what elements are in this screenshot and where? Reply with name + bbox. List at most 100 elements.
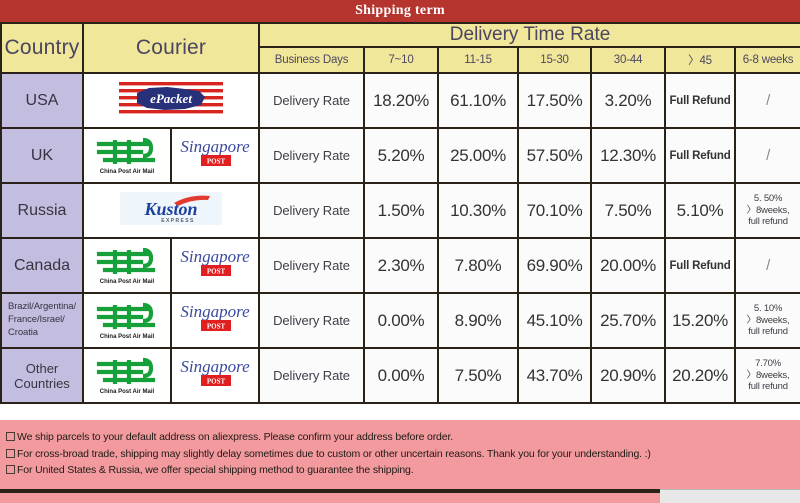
rate-7-10: 0.00%: [363, 292, 440, 349]
country-canada: Canada: [0, 237, 84, 294]
rate-11-15: 25.00%: [437, 127, 520, 184]
rate-6-8-weeks: /: [734, 72, 800, 129]
china-post-logo-text: China Post Air Mail: [100, 279, 155, 285]
kuston-logo-text: Kuston: [143, 199, 197, 219]
rate-15-30: 69.90%: [517, 237, 593, 294]
header-days-30-44: 30-44: [590, 46, 667, 74]
singapore-post-logo-sub: POST: [207, 268, 226, 276]
bottom-divider: [0, 489, 660, 493]
rate-label: Delivery Rate: [258, 72, 366, 129]
rate-7-10: 18.20%: [363, 72, 440, 129]
rate-30-44: 12.30%: [590, 127, 667, 184]
rate-over-45: Full Refund: [664, 127, 737, 184]
rate-7-10: 2.30%: [363, 237, 440, 294]
epacket-logo-text: ePacket: [150, 91, 192, 106]
country-russia: Russia: [0, 182, 84, 239]
courier-logo-cell: Singapore POST: [169, 292, 261, 349]
rate-label: Delivery Rate: [258, 292, 366, 349]
table-row: Brazil/Argentina/ France/Israel/ Croatia: [0, 292, 800, 349]
rate-30-44: 3.20%: [590, 72, 667, 129]
rate-over-45: 15.20%: [664, 292, 737, 349]
header-courier: Courier: [81, 22, 261, 74]
table-row: Canada China Post Air Mail Singapore POS…: [0, 237, 800, 294]
courier-logo-cell: Kuston EXPRESS: [81, 182, 261, 239]
rate-6-8-weeks: /: [734, 127, 800, 184]
table-row: Russia Kuston EXPRESS Delivery Rate 1.50…: [0, 182, 800, 239]
rate-15-30: 17.50%: [517, 72, 593, 129]
header-days-15-30: 15-30: [517, 46, 593, 74]
country-uk: UK: [0, 127, 84, 184]
page-title: Shipping term: [0, 0, 800, 22]
rate-15-30: 70.10%: [517, 182, 593, 239]
rate-6-8-weeks: 7.70% 〉8weeks, full refund: [734, 347, 800, 404]
singapore-post-logo-text: Singapore: [180, 247, 250, 266]
country-usa: USA: [0, 72, 84, 129]
rate-7-10: 1.50%: [363, 182, 440, 239]
china-post-air-mail-logo: China Post Air Mail: [85, 296, 169, 345]
rate-11-15: 7.80%: [437, 237, 520, 294]
rate-over-45: 20.20%: [664, 347, 737, 404]
note-text: For cross-broad trade, shipping may slig…: [17, 447, 651, 460]
singapore-post-logo: Singapore POST: [172, 297, 258, 344]
header-days-7-10: 7~10: [363, 46, 440, 74]
corner-strip: [660, 489, 800, 503]
note-item: For cross-broad trade, shipping may slig…: [6, 446, 794, 463]
courier-logo-cell: China Post Air Mail: [82, 127, 172, 184]
header-delivery-time-rate: Delivery Time Rate: [258, 22, 800, 48]
rate-11-15: 7.50%: [437, 347, 520, 404]
checkbox-icon: [6, 448, 15, 458]
header-business-days: Business Days: [258, 46, 366, 74]
courier-logo-cell: Singapore POST: [169, 127, 261, 184]
rate-11-15: 61.10%: [437, 72, 520, 129]
singapore-post-logo-text: Singapore: [180, 357, 250, 376]
china-post-air-mail-logo: China Post Air Mail: [85, 131, 169, 180]
note-item: We ship parcels to your default address …: [6, 429, 794, 446]
rate-6-8-weeks: 5. 10% 〉8weeks, full refund: [734, 292, 800, 349]
checkbox-icon: [6, 465, 15, 475]
country-other-countries: Other Countries: [0, 347, 84, 404]
courier-logo-cell: China Post Air Mail: [82, 237, 172, 294]
header-days-over-45: 〉45: [664, 46, 737, 74]
rate-7-10: 5.20%: [363, 127, 440, 184]
china-post-logo-text: China Post Air Mail: [100, 169, 155, 175]
singapore-post-logo: Singapore POST: [172, 352, 258, 399]
checkbox-icon: [6, 432, 15, 441]
rate-30-44: 20.90%: [590, 347, 667, 404]
country-brazil-argentina-france-israel-croatia: Brazil/Argentina/ France/Israel/ Croatia: [0, 292, 84, 349]
rate-7-10: 0.00%: [363, 347, 440, 404]
rate-over-45: Full Refund: [664, 237, 737, 294]
china-post-logo-text: China Post Air Mail: [100, 389, 155, 395]
china-post-air-mail-logo: China Post Air Mail: [85, 351, 169, 400]
rate-11-15: 8.90%: [437, 292, 520, 349]
header-days-11-15: 11-15: [437, 46, 520, 74]
header-country: Country: [0, 22, 84, 74]
rate-label: Delivery Rate: [258, 347, 366, 404]
courier-logo-cell: Singapore POST: [169, 347, 261, 404]
shipping-rate-table: Country Courier Delivery Time Rate Busin…: [0, 22, 800, 404]
table-row: USA ePacket Delivery Rate 18.20% 61.10% …: [0, 72, 800, 129]
courier-logo-cell: China Post Air Mail: [82, 347, 172, 404]
rate-15-30: 45.10%: [517, 292, 593, 349]
china-post-logo-text: China Post Air Mail: [100, 334, 155, 340]
singapore-post-logo-sub: POST: [207, 323, 226, 331]
courier-logo-cell: ePacket: [81, 72, 261, 129]
header-row-top: Country Courier Delivery Time Rate: [0, 22, 800, 74]
rate-15-30: 57.50%: [517, 127, 593, 184]
rate-over-45: Full Refund: [664, 72, 737, 129]
header-weeks-6-8: 6-8 weeks: [734, 46, 800, 74]
rate-15-30: 43.70%: [517, 347, 593, 404]
rate-30-44: 7.50%: [590, 182, 667, 239]
singapore-post-logo: Singapore POST: [172, 132, 258, 179]
note-text: For United States & Russia, we offer spe…: [17, 464, 414, 477]
shipping-term-banner: Shipping term Country Courier Delivery T…: [0, 0, 800, 503]
table-body: USA ePacket Delivery Rate 18.20% 61.10% …: [0, 72, 800, 404]
china-post-air-mail-logo: China Post Air Mail: [85, 241, 169, 290]
table-row: UK China Post Air Mail Singapore POST De…: [0, 127, 800, 184]
singapore-post-logo: Singapore POST: [172, 242, 258, 289]
singapore-post-logo-sub: POST: [207, 378, 226, 386]
rate-6-8-weeks: 5. 50% 〉8weeks, full refund: [734, 182, 800, 239]
note-text: We ship parcels to your default address …: [17, 431, 453, 443]
rate-11-15: 10.30%: [437, 182, 520, 239]
singapore-post-logo-text: Singapore: [180, 302, 250, 321]
rate-label: Delivery Rate: [258, 182, 366, 239]
